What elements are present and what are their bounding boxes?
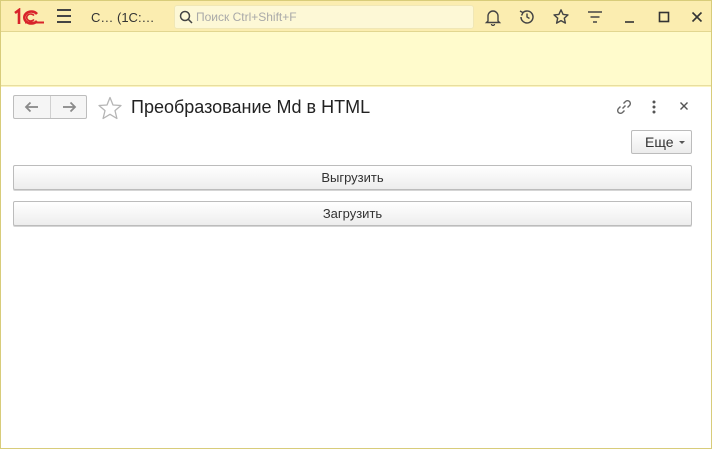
search-box[interactable] bbox=[174, 5, 474, 29]
section-panel bbox=[1, 32, 711, 86]
more-button[interactable]: Еще bbox=[631, 130, 692, 154]
menu-icon[interactable] bbox=[57, 9, 73, 25]
star-icon[interactable] bbox=[552, 8, 570, 26]
close-icon[interactable] bbox=[688, 8, 706, 26]
logo-1c-icon bbox=[14, 8, 44, 25]
export-button[interactable]: Выгрузить bbox=[13, 165, 692, 190]
bell-icon[interactable] bbox=[484, 8, 502, 26]
history-icon[interactable] bbox=[518, 8, 536, 26]
form-area: Преобразование Md в HTML Еще Выгрузить З… bbox=[1, 87, 711, 448]
app-title: С… (1С:… bbox=[91, 10, 155, 25]
favorite-star-icon[interactable] bbox=[97, 96, 123, 120]
top-bar: С… (1С:… bbox=[1, 1, 711, 32]
more-button-label: Еще bbox=[645, 134, 674, 150]
navigation-group bbox=[13, 95, 87, 119]
search-icon bbox=[179, 10, 193, 24]
close-form-icon[interactable] bbox=[678, 100, 690, 112]
dropdown-caret-icon bbox=[679, 141, 685, 144]
import-button[interactable]: Загрузить bbox=[13, 201, 692, 226]
forward-button[interactable] bbox=[50, 96, 86, 118]
back-arrow-icon bbox=[24, 101, 38, 113]
form-title: Преобразование Md в HTML bbox=[131, 97, 371, 117]
back-button[interactable] bbox=[14, 96, 50, 118]
forward-arrow-icon bbox=[62, 101, 76, 113]
link-icon[interactable] bbox=[615, 98, 633, 116]
maximize-icon[interactable] bbox=[655, 8, 673, 26]
search-input[interactable] bbox=[196, 8, 466, 26]
filter-icon[interactable] bbox=[586, 8, 604, 26]
minimize-icon[interactable] bbox=[621, 8, 639, 26]
more-vertical-icon[interactable] bbox=[646, 98, 662, 116]
